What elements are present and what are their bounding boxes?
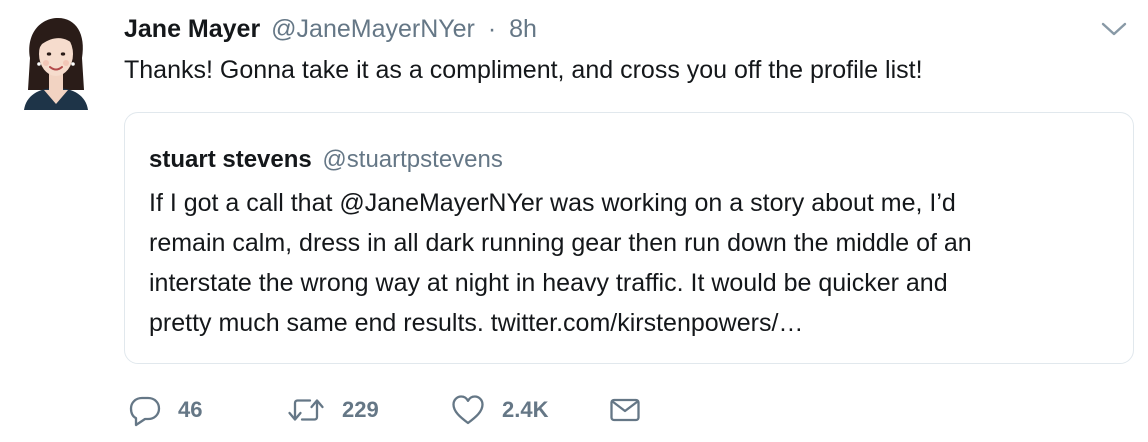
like-button[interactable]: 2.4K	[450, 390, 548, 430]
avatar-image	[24, 18, 88, 110]
quoted-text-line: If I got a call that @JaneMayerNYer was …	[149, 189, 956, 217]
reply-count: 46	[178, 397, 203, 422]
quoted-author-handle: @stuartpstevens	[322, 146, 503, 173]
avatar[interactable]	[20, 14, 92, 110]
chevron-down-icon[interactable]	[1099, 18, 1129, 40]
quoted-text-line: pretty much same end results. twitter.co…	[149, 309, 804, 337]
envelope-icon	[608, 393, 642, 427]
heart-icon	[450, 393, 486, 427]
quoted-tweet-header: stuart stevens @stuartpstevens	[149, 143, 503, 177]
author-handle[interactable]: @JaneMayerNYer	[271, 15, 475, 43]
separator: ·	[487, 15, 497, 43]
direct-message-button[interactable]	[608, 390, 642, 430]
tweet-text: Thanks! Gonna take it as a compliment, a…	[124, 56, 923, 84]
tweet-time[interactable]: 8h	[509, 15, 537, 43]
quoted-tweet-text: If I got a call that @JaneMayerNYer was …	[149, 183, 1109, 343]
reply-button[interactable]: 46	[128, 390, 202, 430]
quoted-text-line: interstate the wrong way at night in hea…	[149, 269, 948, 297]
reply-icon	[128, 393, 162, 427]
quoted-author-name: stuart stevens	[149, 146, 312, 173]
retweet-button[interactable]: 229	[286, 390, 379, 430]
retweet-count: 229	[342, 397, 379, 422]
author-name[interactable]: Jane Mayer	[124, 15, 260, 43]
like-count: 2.4K	[502, 397, 549, 422]
quoted-text-line: remain calm, dress in all dark running g…	[149, 229, 972, 257]
tweet: Jane Mayer @JaneMayerNYer · 8h Thanks! G…	[0, 0, 1148, 442]
retweet-icon	[286, 393, 326, 427]
tweet-header: Jane Mayer @JaneMayerNYer · 8h	[124, 12, 537, 46]
quoted-tweet[interactable]: stuart stevens @stuartpstevens If I got …	[124, 112, 1134, 364]
